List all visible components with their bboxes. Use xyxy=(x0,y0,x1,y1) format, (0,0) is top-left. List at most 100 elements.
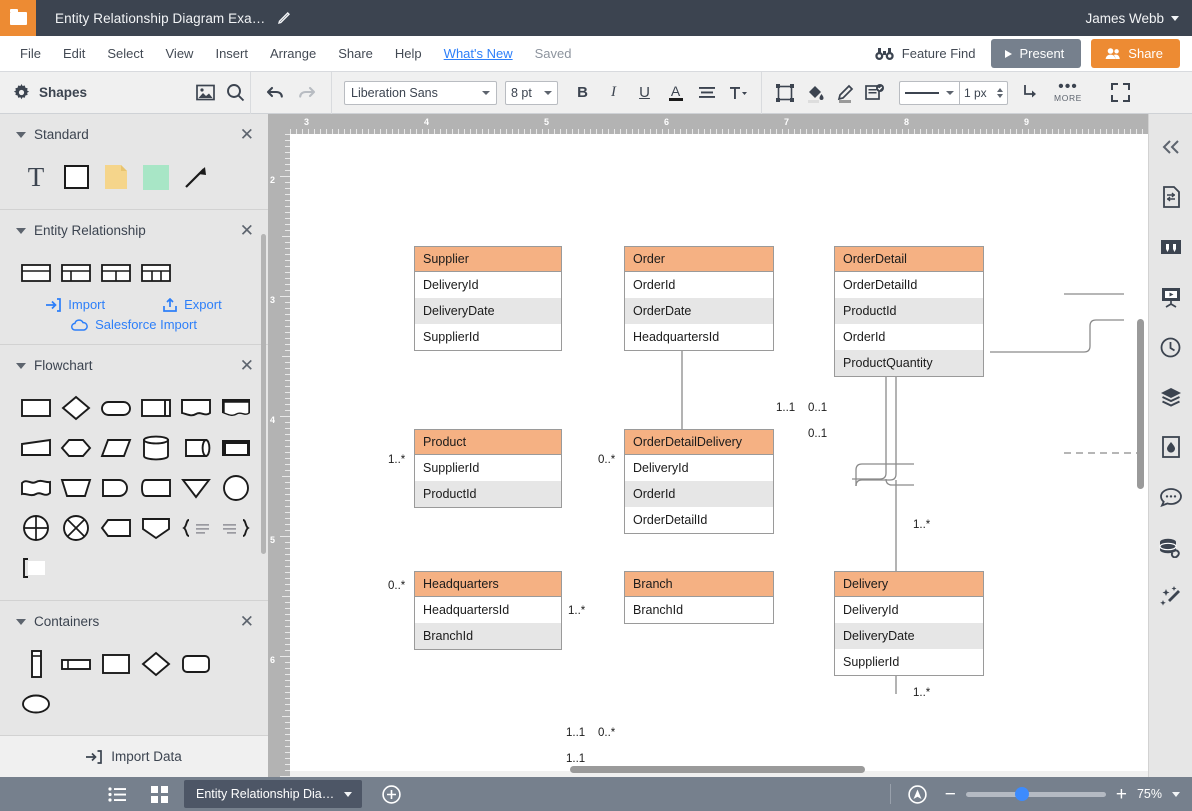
predefined-process-shape[interactable] xyxy=(136,388,176,428)
close-icon[interactable]: ✕ xyxy=(240,222,254,239)
vertical-container-shape[interactable] xyxy=(16,644,56,684)
layers-icon[interactable] xyxy=(1149,372,1192,422)
document-shape[interactable] xyxy=(176,388,216,428)
menu-whats-new[interactable]: What's New xyxy=(433,36,524,72)
share-button[interactable]: Share xyxy=(1091,39,1180,68)
diamond-container-shape[interactable] xyxy=(136,644,176,684)
diagram-page[interactable]: SupplierDeliveryIdDeliveryDateSupplierId… xyxy=(290,134,1148,771)
ellipse-container-shape[interactable] xyxy=(16,684,56,724)
stepper-arrows[interactable] xyxy=(997,88,1003,98)
entity-delivery[interactable]: DeliveryDeliveryIdDeliveryDateSupplierId xyxy=(834,571,984,676)
connector-style-button[interactable] xyxy=(1015,78,1045,108)
line-width-stepper[interactable]: 1 px xyxy=(959,81,1008,105)
section-header-entity-relationship[interactable]: Entity Relationship ✕ xyxy=(0,210,268,251)
entity-product[interactable]: ProductSupplierIdProductId xyxy=(414,429,562,508)
direct-data-shape[interactable] xyxy=(176,428,216,468)
line-style-select[interactable] xyxy=(899,81,959,105)
data-shape[interactable] xyxy=(16,428,56,468)
close-icon[interactable]: ✕ xyxy=(240,126,254,143)
bracket-shape[interactable] xyxy=(16,548,56,588)
bold-button[interactable]: B xyxy=(567,78,598,108)
shape-data-button[interactable] xyxy=(860,78,890,108)
search-icon[interactable] xyxy=(220,78,250,108)
undo-button[interactable] xyxy=(261,78,291,108)
import-link[interactable]: Import xyxy=(46,297,105,312)
grid-view-icon[interactable] xyxy=(142,777,176,811)
entity-orderdetaildelivery[interactable]: OrderDetailDeliveryDeliveryIdOrderIdOrde… xyxy=(624,429,774,534)
add-page-icon[interactable] xyxy=(374,777,408,811)
redo-button[interactable] xyxy=(291,78,321,108)
clock-icon[interactable] xyxy=(1149,322,1192,372)
database-shape[interactable] xyxy=(136,428,176,468)
rectangle-shape[interactable] xyxy=(56,157,96,197)
extract-shape[interactable] xyxy=(136,508,176,548)
menu-arrange[interactable]: Arrange xyxy=(259,36,327,72)
stored-data-shape[interactable] xyxy=(136,468,176,508)
brace-left-shape[interactable] xyxy=(216,508,256,548)
canvas[interactable]: SupplierDeliveryIdDeliveryDateSupplierId… xyxy=(290,134,1148,777)
canvas-vertical-scrollbar[interactable] xyxy=(1137,319,1144,489)
merge-shape[interactable] xyxy=(176,468,216,508)
more-options-button[interactable]: ••• MORE xyxy=(1045,82,1091,103)
decision-shape[interactable] xyxy=(56,388,96,428)
delay-shape[interactable] xyxy=(96,508,136,548)
menu-file[interactable]: File xyxy=(9,36,52,72)
entity-orderdetail[interactable]: OrderDetailOrderDetailIdProductIdOrderId… xyxy=(834,246,984,377)
menu-help[interactable]: Help xyxy=(384,36,433,72)
rounded-container-shape[interactable] xyxy=(176,644,216,684)
shape-options-button[interactable] xyxy=(770,78,800,108)
font-size-select[interactable]: 8 pt xyxy=(505,81,558,105)
entity-supplier[interactable]: SupplierDeliveryIdDeliveryDateSupplierId xyxy=(414,246,562,351)
zoom-slider-thumb[interactable] xyxy=(1015,787,1029,801)
entity-2-shape[interactable] xyxy=(56,253,96,293)
fill-color-button[interactable] xyxy=(800,78,830,108)
brace-right-shape[interactable] xyxy=(176,508,216,548)
text-options-button[interactable] xyxy=(722,78,753,108)
underline-button[interactable]: U xyxy=(629,78,660,108)
sticky-shape[interactable] xyxy=(136,157,176,197)
list-view-icon[interactable] xyxy=(100,777,134,811)
zoom-out-button[interactable]: − xyxy=(945,785,956,804)
chevron-down-icon[interactable] xyxy=(1172,792,1180,797)
italic-button[interactable]: I xyxy=(598,78,629,108)
comment-icon[interactable] xyxy=(1149,472,1192,522)
text-align-button[interactable] xyxy=(691,78,722,108)
menu-select[interactable]: Select xyxy=(96,36,154,72)
process-shape[interactable] xyxy=(16,388,56,428)
menu-view[interactable]: View xyxy=(155,36,205,72)
folder-button[interactable] xyxy=(0,0,36,36)
line-color-button[interactable] xyxy=(830,78,860,108)
data-link-icon[interactable] xyxy=(1149,522,1192,572)
panel-scrollbar[interactable] xyxy=(261,234,266,554)
close-icon[interactable]: ✕ xyxy=(240,613,254,630)
user-menu[interactable]: James Webb xyxy=(1085,11,1179,26)
export-link[interactable]: Export xyxy=(163,297,222,312)
zoom-slider[interactable] xyxy=(966,792,1106,797)
entity-4-shape[interactable] xyxy=(136,253,176,293)
or-shape[interactable] xyxy=(56,508,96,548)
hexagon-shape[interactable] xyxy=(56,428,96,468)
entity-3-shape[interactable] xyxy=(96,253,136,293)
pencil-icon[interactable] xyxy=(276,10,292,26)
font-color-button[interactable]: A xyxy=(660,78,691,108)
entity-headquarters[interactable]: HeadquartersHeadquartersIdBranchId xyxy=(414,571,562,650)
page-tab[interactable]: Entity Relationship Dia… xyxy=(184,780,362,808)
text-shape[interactable]: T xyxy=(16,157,56,197)
parallelogram-shape[interactable] xyxy=(96,428,136,468)
display-shape[interactable] xyxy=(96,468,136,508)
fullscreen-button[interactable] xyxy=(1105,78,1135,108)
quote-icon[interactable] xyxy=(1149,222,1192,272)
arrow-shape[interactable] xyxy=(176,157,216,197)
section-header-flowchart[interactable]: Flowchart ✕ xyxy=(0,345,268,386)
import-data-button[interactable]: Import Data xyxy=(0,735,268,777)
font-family-select[interactable]: Liberation Sans xyxy=(344,81,497,105)
chevron-down-icon[interactable] xyxy=(344,792,352,797)
zoom-in-button[interactable]: + xyxy=(1116,785,1127,804)
document-title[interactable]: Entity Relationship Diagram Exa… xyxy=(55,11,265,26)
internal-storage-shape[interactable] xyxy=(216,428,256,468)
entity-order[interactable]: OrderOrderIdOrderDateHeadquartersId xyxy=(624,246,774,351)
note-shape[interactable] xyxy=(96,157,136,197)
menu-insert[interactable]: Insert xyxy=(204,36,259,72)
present-button[interactable]: Present xyxy=(991,39,1081,68)
close-icon[interactable]: ✕ xyxy=(240,357,254,374)
